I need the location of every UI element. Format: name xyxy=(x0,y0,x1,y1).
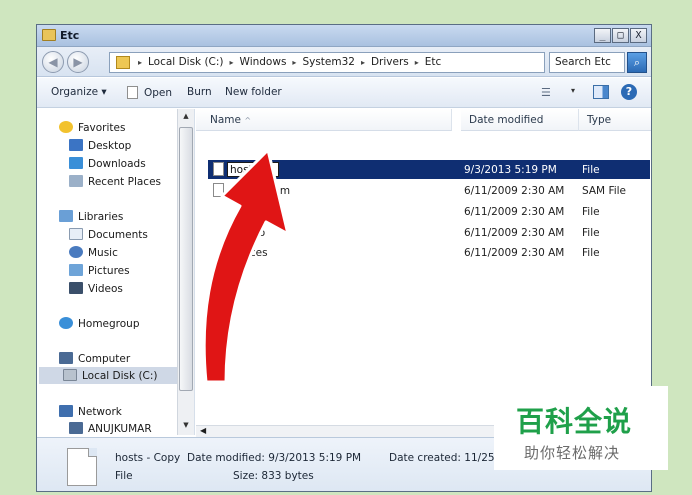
nav-videos[interactable]: Videos xyxy=(69,282,123,295)
desktop-icon xyxy=(69,139,83,151)
nav-downloads[interactable]: Downloads xyxy=(69,157,146,170)
title-bar[interactable]: Etc _ □ X xyxy=(37,25,651,47)
preview-pane-icon[interactable] xyxy=(593,85,609,99)
sort-icon: ^ xyxy=(244,116,252,125)
pictures-icon xyxy=(69,264,83,276)
details-size: Size: 833 bytes xyxy=(233,470,314,482)
drive-icon xyxy=(63,369,77,381)
file-icon xyxy=(67,448,97,486)
window-controls: _ □ X xyxy=(594,28,647,43)
close-button[interactable]: X xyxy=(630,28,647,43)
nav-network[interactable]: Network xyxy=(59,405,122,418)
watermark: 百科全说 助你轻松解决 xyxy=(494,386,668,470)
nav-homegroup[interactable]: Homegroup xyxy=(59,317,140,330)
navigation-scrollbar[interactable]: ▲ ▼ xyxy=(177,109,194,435)
music-icon xyxy=(69,246,83,258)
file-row[interactable]: 6/11/2009 2:30 AM File xyxy=(208,202,650,221)
back-button[interactable]: ◀ xyxy=(42,51,64,73)
rename-input[interactable]: hosts xyxy=(227,162,279,177)
window-title: Etc xyxy=(60,29,80,42)
maximize-button[interactable]: □ xyxy=(612,28,629,43)
downloads-icon xyxy=(69,157,83,169)
nav-local-disk[interactable]: Local Disk (C:) xyxy=(39,367,179,384)
command-bar: Organize ▾ Open Burn New folder ☰ ▾ ? xyxy=(37,78,651,108)
search-input[interactable]: Search Etc xyxy=(549,52,625,73)
libraries-icon xyxy=(59,210,73,222)
forward-arrow-icon: ▶ xyxy=(73,55,83,69)
scroll-down-icon[interactable]: ▼ xyxy=(180,421,192,433)
details-file-name: hosts - Copy xyxy=(115,452,181,464)
crumb-local-disk[interactable]: Local Disk (C:) xyxy=(148,56,224,68)
folder-icon xyxy=(42,29,56,41)
address-row: ◀ ▶ ▸ Local Disk (C:) ▸ Windows ▸ System… xyxy=(37,47,651,77)
homegroup-icon xyxy=(59,317,73,329)
open-button[interactable]: Open xyxy=(127,86,172,99)
organize-button[interactable]: Organize ▾ xyxy=(51,86,107,98)
scroll-up-icon[interactable]: ▲ xyxy=(180,112,192,124)
help-icon[interactable]: ? xyxy=(621,84,637,100)
file-row[interactable]: otoco 6/11/2009 2:30 AM File xyxy=(208,223,650,242)
file-row-hosts[interactable]: hosts 9/3/2013 5:19 PM File xyxy=(208,160,650,179)
search-button[interactable]: ⌕ xyxy=(627,52,647,73)
star-icon xyxy=(59,121,73,133)
nav-pictures[interactable]: Pictures xyxy=(69,264,130,277)
search-icon: ⌕ xyxy=(633,56,641,69)
crumb-drivers[interactable]: Drivers xyxy=(371,56,409,68)
column-header-name[interactable]: Name ^ xyxy=(196,109,452,131)
column-header-date-modified[interactable]: Date modified xyxy=(461,109,579,131)
column-header-type[interactable]: Type xyxy=(579,109,651,131)
documents-icon xyxy=(69,228,83,240)
view-dropdown[interactable]: ▾ xyxy=(571,86,575,95)
network-icon xyxy=(59,405,73,417)
details-date-created: Date created: 11/25/2 xyxy=(389,452,505,464)
nav-computer[interactable]: Computer xyxy=(59,352,130,365)
nav-recent-places[interactable]: Recent Places xyxy=(69,175,161,188)
burn-button[interactable]: Burn xyxy=(187,86,212,98)
nav-music[interactable]: Music xyxy=(69,246,118,259)
nav-favorites[interactable]: Favorites xyxy=(59,121,125,134)
address-bar[interactable]: ▸ Local Disk (C:) ▸ Windows ▸ System32 ▸… xyxy=(109,52,614,73)
new-folder-button[interactable]: New folder xyxy=(225,86,282,98)
file-icon xyxy=(213,183,224,197)
scroll-thumb[interactable] xyxy=(179,127,193,391)
crumb-windows[interactable]: Windows xyxy=(240,56,287,68)
back-arrow-icon: ◀ xyxy=(48,55,58,69)
file-icon xyxy=(213,162,224,176)
videos-icon xyxy=(69,282,83,294)
recent-places-icon xyxy=(69,175,83,187)
scroll-left-icon[interactable]: ◀ xyxy=(200,426,206,435)
nav-desktop[interactable]: Desktop xyxy=(69,139,131,152)
document-icon xyxy=(127,86,138,99)
watermark-subtitle: 助你轻松解决 xyxy=(524,444,621,462)
watermark-title: 百科全说 xyxy=(516,405,633,438)
nav-documents[interactable]: Documents xyxy=(69,228,148,241)
crumb-system32[interactable]: System32 xyxy=(302,56,355,68)
details-file-type: File xyxy=(115,470,133,482)
navigation-pane: Favorites Desktop Downloads Recent Place… xyxy=(37,109,195,435)
minimize-button[interactable]: _ xyxy=(594,28,611,43)
breadcrumb: ▸ Local Disk (C:) ▸ Windows ▸ System32 ▸… xyxy=(138,56,442,68)
view-options-icon[interactable]: ☰ xyxy=(541,86,551,99)
nav-anujkumar[interactable]: ANUJKUMAR xyxy=(69,422,152,435)
folder-icon xyxy=(116,56,130,69)
forward-button[interactable]: ▶ xyxy=(67,51,89,73)
file-row[interactable]: sam 6/11/2009 2:30 AM SAM File xyxy=(208,181,650,200)
nav-libraries[interactable]: Libraries xyxy=(59,210,123,223)
crumb-etc[interactable]: Etc xyxy=(425,56,442,68)
computer-icon xyxy=(69,422,83,434)
details-date-modified: Date modified: 9/3/2013 5:19 PM xyxy=(187,452,362,464)
file-row[interactable]: ervices 6/11/2009 2:30 AM File xyxy=(208,243,650,262)
computer-icon xyxy=(59,352,73,364)
